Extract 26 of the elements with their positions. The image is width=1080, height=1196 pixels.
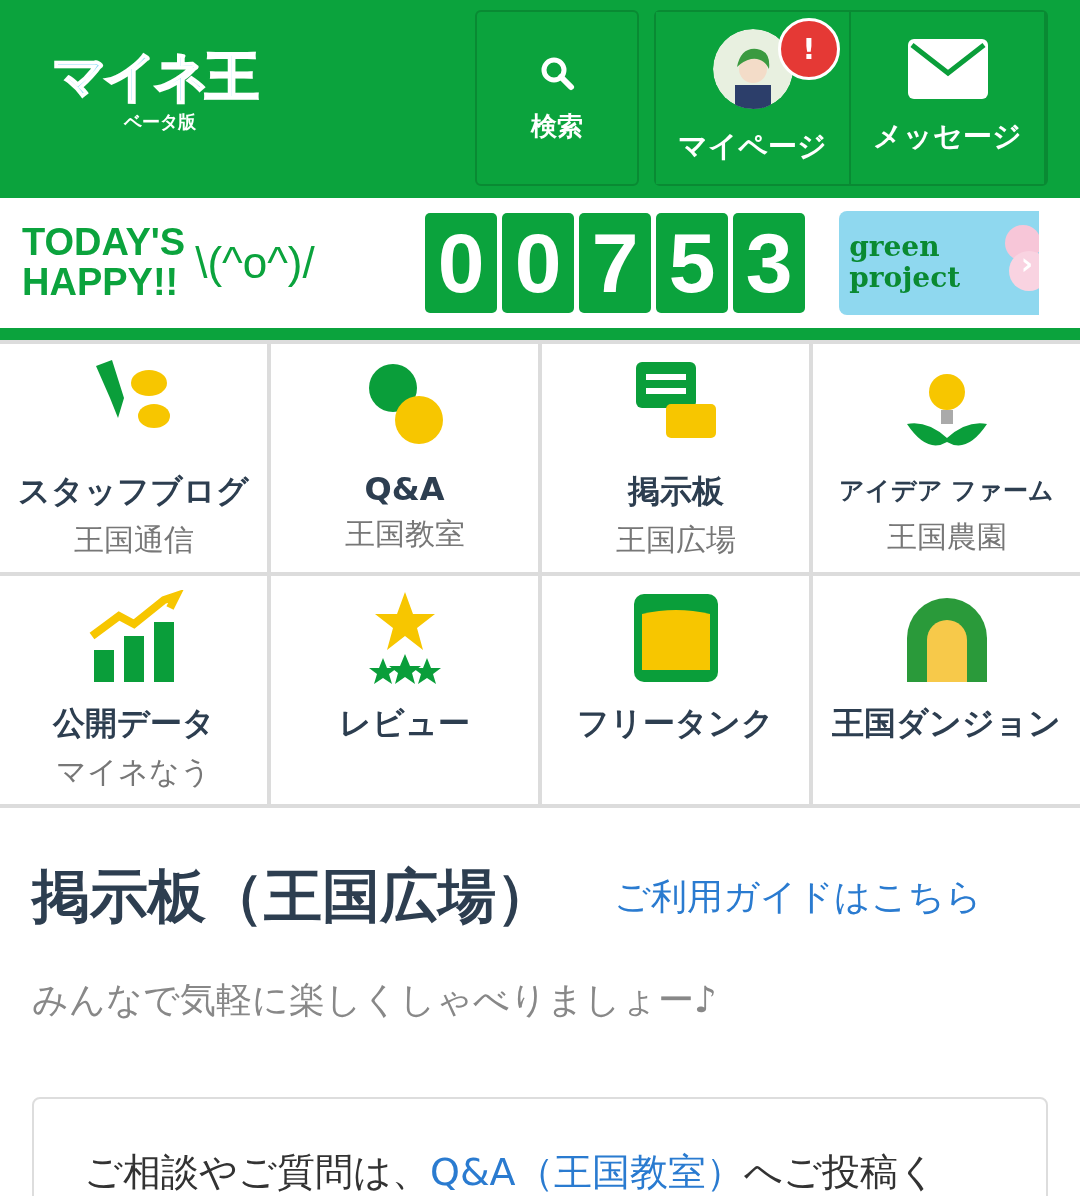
promo-text: project — [849, 263, 961, 294]
counter-digit: 7 — [579, 213, 652, 313]
logo-subtitle: ベータ版 — [124, 110, 196, 134]
section-description: みんなで気軽に楽しくしゃべりましょー♪ — [32, 978, 718, 1022]
section-title: 掲示板（王国広場） — [32, 861, 554, 932]
menu-tile[interactable]: レビュー — [271, 576, 538, 804]
promo-text: green — [849, 232, 941, 263]
envelope-icon — [907, 39, 988, 99]
menu-tile[interactable]: アイデア ファーム 王国農園 — [813, 344, 1080, 572]
menu-tile[interactable]: Q&A 王国教室 — [271, 344, 538, 572]
menu-tile[interactable]: 王国ダンジョン — [813, 576, 1080, 804]
banner-title: HAPPY!! — [22, 263, 180, 303]
menu-tile[interactable]: フリータンク — [542, 576, 809, 804]
menu-tile[interactable]: スタッフブログ 王国通信 — [0, 344, 267, 572]
counter-digit: 5 — [656, 213, 729, 313]
menu-tile[interactable]: 掲示板 王国広場 — [542, 344, 809, 572]
counter-digit: 3 — [733, 213, 806, 313]
guide-link[interactable]: ご利用ガイドはこちら — [614, 872, 982, 922]
qa-link[interactable]: Q&A（王国教室） — [430, 1150, 744, 1194]
menu-tile[interactable]: 公開データ マイネなう — [0, 576, 267, 804]
kaomoji: \(^o^)/ — [195, 238, 316, 288]
notice-text: ご相談やご質問は、Q&A（王国教室）へご投稿く — [84, 1149, 938, 1196]
banner-title: TODAY'S — [22, 223, 186, 263]
chevron-icon: › — [1020, 245, 1034, 281]
counter-digit: 0 — [425, 213, 498, 313]
counter-digit: 0 — [502, 213, 575, 313]
